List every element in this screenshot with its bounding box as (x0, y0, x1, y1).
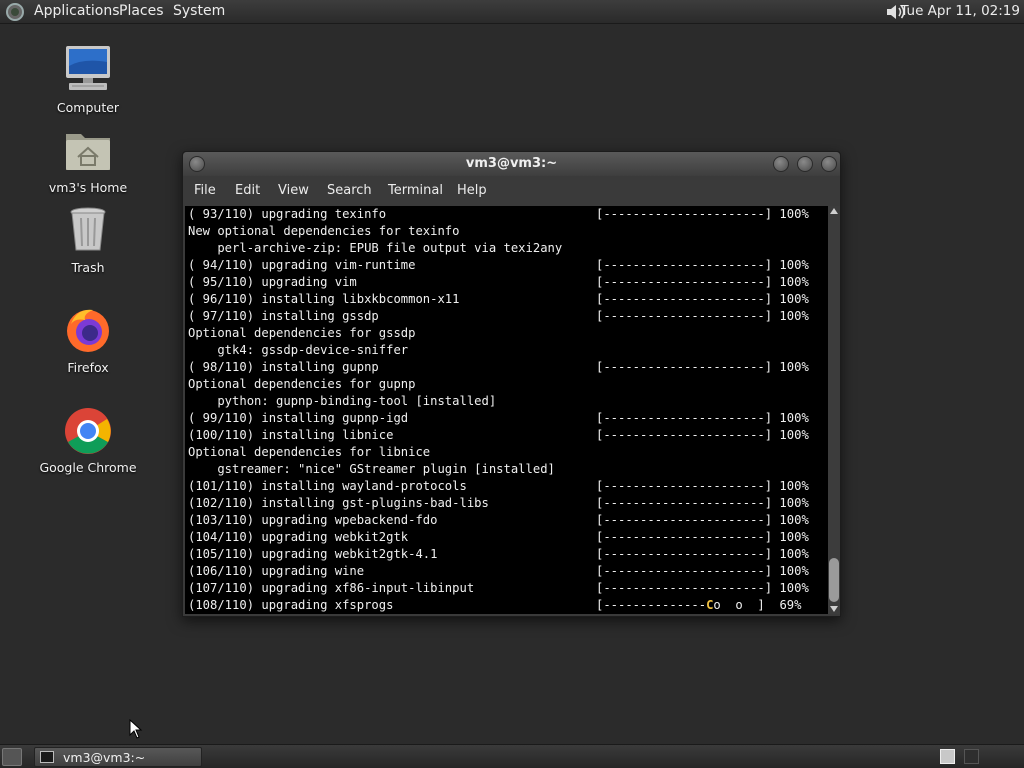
menu-file[interactable]: File (194, 183, 216, 198)
terminal-line: gstreamer: "nice" GStreamer plugin [inst… (188, 462, 555, 476)
show-desktop-icon[interactable] (2, 748, 22, 766)
progress-bar-text: [----------------------] 100% (596, 428, 809, 442)
places-menu[interactable]: Places (119, 3, 164, 19)
progress-bar-filled: [-------------- (596, 598, 707, 612)
progress-bar-text: [----------------------] 100% (596, 513, 809, 527)
terminal-line: perl-archive-zip: EPUB file output via t… (188, 241, 563, 255)
mouse-pointer-icon (129, 719, 143, 739)
terminal-line: python: gupnp-binding-tool [installed] (188, 394, 497, 408)
scrollbar-thumb[interactable] (829, 558, 839, 602)
terminal-line: (105/110) upgrading webkit2gtk-4.1 (188, 547, 438, 561)
taskbar-button-terminal[interactable]: vm3@vm3:~ (34, 747, 202, 767)
progress-bar-text: [----------------------] 100% (596, 258, 809, 272)
terminal-line: ( 93/110) upgrading texinfo (188, 207, 387, 221)
terminal-line: (101/110) installing wayland-protocols (188, 479, 467, 493)
menu-help[interactable]: Help (457, 183, 487, 198)
terminal-line: ( 98/110) installing gupnp (188, 360, 379, 374)
desktop-icon-home[interactable]: vm3's Home (33, 124, 143, 195)
progress-bar-text: [----------------------] 100% (596, 479, 809, 493)
progress-bar-text: [----------------------] 100% (596, 292, 809, 306)
close-icon[interactable] (821, 156, 837, 172)
terminal-line: (100/110) installing libnice (188, 428, 394, 442)
terminal-line: ( 95/110) upgrading vim (188, 275, 357, 289)
scroll-up-icon[interactable] (830, 208, 838, 214)
maximize-icon[interactable] (797, 156, 813, 172)
menu-edit[interactable]: Edit (235, 183, 260, 198)
terminal-line: Optional dependencies for libnice (188, 445, 431, 459)
desktop-icon-label: Trash (71, 260, 105, 275)
terminal-window[interactable]: vm3@vm3:~ File Edit View Search Terminal… (182, 151, 841, 617)
distro-logo-icon[interactable] (6, 3, 24, 21)
terminal-output[interactable]: ( 93/110) upgrading texinfo [-----------… (185, 206, 828, 614)
progress-bar-text: [----------------------] 100% (596, 530, 809, 544)
desktop-icon-label: Firefox (67, 360, 109, 375)
terminal-line: (107/110) upgrading xf86-input-libinput (188, 581, 475, 595)
computer-icon (66, 46, 110, 90)
terminal-line: (103/110) upgrading wpebackend-fdo (188, 513, 438, 527)
progress-bar-remaining: o o ] 69% (713, 598, 802, 612)
desktop-icon-label: Google Chrome (39, 460, 137, 475)
terminal-line: (106/110) upgrading wine (188, 564, 365, 578)
progress-bar-text: [----------------------] 100% (596, 309, 809, 323)
terminal-title-bar[interactable]: vm3@vm3:~ (183, 152, 840, 176)
progress-bar-text: [----------------------] 100% (596, 275, 809, 289)
terminal-line: Optional dependencies for gupnp (188, 377, 416, 391)
desktop-icon-firefox[interactable]: Firefox (33, 304, 143, 375)
terminal-icon (40, 751, 54, 763)
progress-bar-text: [----------------------] 100% (596, 581, 809, 595)
terminal-line: (108/110) upgrading xfsprogs (188, 598, 394, 612)
scroll-down-icon[interactable] (830, 606, 838, 612)
terminal-scrollbar[interactable] (828, 206, 840, 614)
desktop-icon-label: Computer (56, 100, 120, 115)
minimize-icon[interactable] (773, 156, 789, 172)
desktop-icon-chrome[interactable]: Google Chrome (33, 404, 143, 475)
progress-bar-text: [----------------------] 100% (596, 496, 809, 510)
top-panel: Applications Places System Tue Apr 11, 0… (0, 0, 1024, 24)
workspace-switcher-1[interactable] (940, 749, 955, 764)
applications-menu[interactable]: Applications (34, 3, 120, 19)
progress-bar-text: [----------------------] 100% (596, 207, 809, 221)
home-folder-icon (66, 134, 110, 170)
desktop-icon-label: vm3's Home (48, 180, 128, 195)
taskbar-label: vm3@vm3:~ (63, 750, 146, 765)
progress-bar-text: [----------------------] 100% (596, 411, 809, 425)
trash-icon (70, 207, 106, 251)
desktop-icon-computer[interactable]: Computer (33, 44, 143, 115)
system-menu[interactable]: System (173, 3, 225, 19)
window-title: vm3@vm3:~ (465, 156, 558, 171)
terminal-line: New optional dependencies for texinfo (188, 224, 460, 238)
terminal-line: ( 97/110) installing gssdp (188, 309, 379, 323)
workspace-switcher-2[interactable] (964, 749, 979, 764)
terminal-line: (102/110) installing gst-plugins-bad-lib… (188, 496, 489, 510)
terminal-line: ( 96/110) installing libxkbcommon-x11 (188, 292, 460, 306)
menu-search[interactable]: Search (327, 183, 372, 198)
chrome-icon (65, 408, 111, 454)
bottom-panel: vm3@vm3:~ (0, 744, 1024, 768)
terminal-menu-bar: File Edit View Search Terminal Help (183, 176, 840, 206)
menu-terminal[interactable]: Terminal (388, 183, 443, 198)
progress-bar-current: [--------------Co o ] 69% (596, 597, 801, 614)
progress-bar-text: [----------------------] 100% (596, 360, 809, 374)
terminal-line: gtk4: gssdp-device-sniffer (188, 343, 409, 357)
progress-bar-text: [----------------------] 100% (596, 547, 809, 561)
terminal-line: Optional dependencies for gssdp (188, 326, 416, 340)
terminal-line: ( 94/110) upgrading vim-runtime (188, 258, 416, 272)
terminal-line: (104/110) upgrading webkit2gtk (188, 530, 409, 544)
menu-view[interactable]: View (278, 183, 309, 198)
firefox-icon (67, 309, 109, 352)
clock[interactable]: Tue Apr 11, 02:19 (900, 3, 1020, 19)
desktop-icon-trash[interactable]: Trash (33, 204, 143, 275)
terminal-line: ( 99/110) installing gupnp-igd (188, 411, 409, 425)
progress-bar-text: [----------------------] 100% (596, 564, 809, 578)
